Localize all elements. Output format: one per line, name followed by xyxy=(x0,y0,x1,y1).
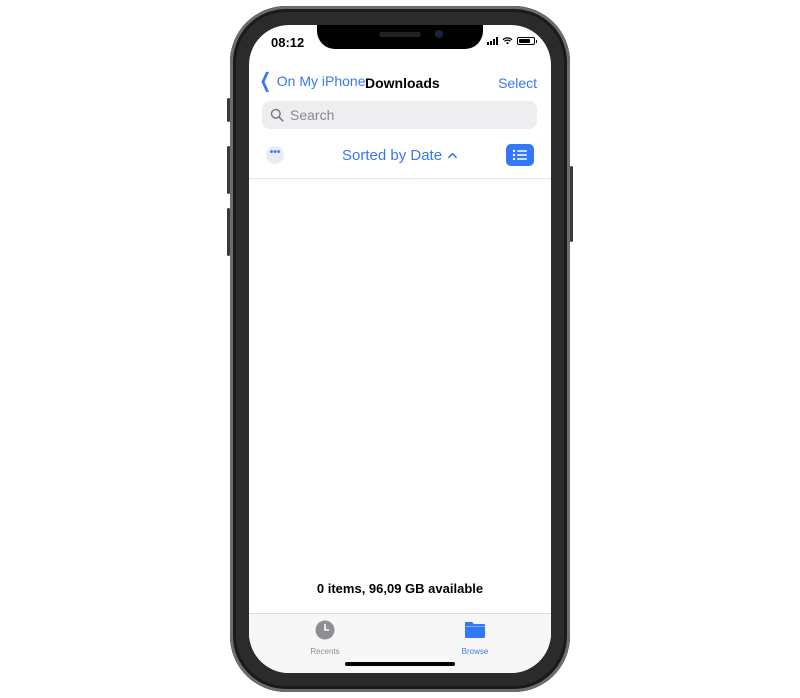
ellipsis-icon: ••• xyxy=(269,147,281,158)
search-icon xyxy=(270,108,284,122)
toolbar-divider xyxy=(249,178,551,179)
back-label: On My iPhone xyxy=(276,73,366,89)
sort-label: Sorted by Date xyxy=(342,147,443,164)
tab-recents-label: Recents xyxy=(310,647,340,656)
page-title: Downloads xyxy=(365,75,440,91)
notch xyxy=(317,25,483,49)
folder-icon xyxy=(465,622,485,638)
chevron-up-icon xyxy=(448,152,457,159)
battery-icon xyxy=(517,37,535,45)
volume-up-button xyxy=(227,146,230,194)
speaker xyxy=(379,32,421,37)
signal-icon xyxy=(487,37,498,45)
back-button[interactable]: ❮ On My iPhone xyxy=(257,70,366,92)
search-placeholder: Search xyxy=(290,107,335,123)
sort-button[interactable]: Sorted by Date xyxy=(342,147,457,164)
navigation-bar: ❮ On My iPhone Downloads Select xyxy=(249,69,551,95)
power-button xyxy=(570,166,573,242)
list-icon xyxy=(512,149,527,161)
tab-bar: Recents Browse xyxy=(249,613,551,673)
front-camera xyxy=(435,30,443,38)
home-indicator xyxy=(345,662,455,666)
status-time: 08:12 xyxy=(271,35,305,50)
status-icons xyxy=(487,37,537,45)
chevron-left-icon: ❮ xyxy=(259,70,272,92)
tab-browse[interactable]: Browse xyxy=(435,620,515,656)
clock-icon xyxy=(315,620,335,640)
volume-down-button xyxy=(227,208,230,256)
list-view-button[interactable] xyxy=(506,144,534,166)
search-field[interactable]: Search xyxy=(262,101,537,129)
tab-recents[interactable]: Recents xyxy=(285,620,365,656)
mute-switch xyxy=(227,98,230,122)
phone-frame: 08:12 ❮ On My iPhone Downloads Select Se… xyxy=(227,6,573,692)
tab-browse-label: Browse xyxy=(461,647,489,656)
items-count: 0 items, 96,09 GB available xyxy=(316,581,484,596)
screen: 08:12 ❮ On My iPhone Downloads Select Se… xyxy=(249,25,551,673)
more-options-button[interactable]: ••• xyxy=(266,146,284,164)
select-button[interactable]: Select xyxy=(498,75,537,91)
battery-cap xyxy=(536,39,537,43)
wifi-icon xyxy=(502,37,513,45)
browse-toolbar: ••• Sorted by Date xyxy=(249,143,551,169)
